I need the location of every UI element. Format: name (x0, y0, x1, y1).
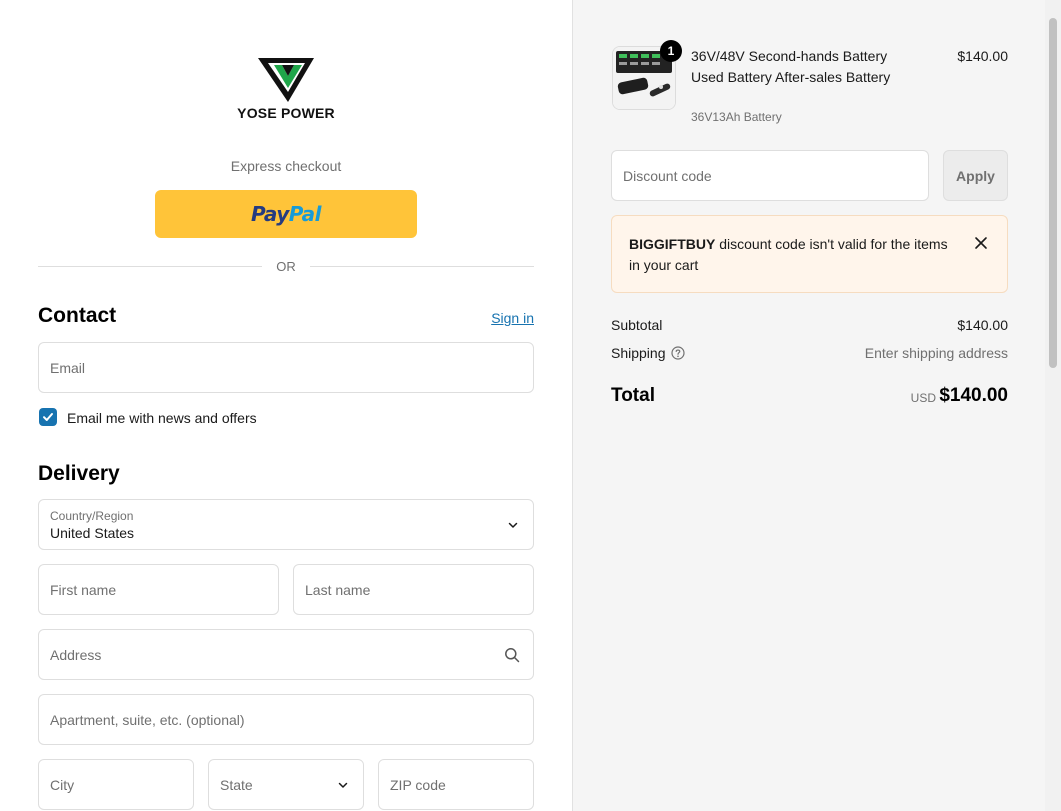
total-currency: USD (910, 391, 936, 405)
apartment-field[interactable] (38, 694, 534, 745)
notice-message: BIGGIFTBUY discount code isn't valid for… (629, 234, 954, 276)
subtotal-value: $140.00 (957, 317, 1008, 333)
store-logo[interactable]: YOSE POWER (236, 52, 336, 122)
contact-heading: Contact (38, 304, 117, 327)
last-name-field[interactable] (293, 564, 534, 615)
delivery-heading: Delivery (38, 462, 120, 485)
close-icon[interactable] (973, 235, 989, 251)
product-price: $140.00 (957, 48, 1008, 64)
search-icon (505, 647, 520, 662)
subtotal-label: Subtotal (611, 317, 663, 333)
product-name: 36V/48V Second-hands Battery Used Batter… (691, 48, 891, 85)
page-scrollbar[interactable] (1045, 0, 1061, 811)
email-input[interactable] (39, 343, 533, 392)
paypal-logo: PayPal (250, 202, 322, 226)
discount-code-field[interactable] (611, 150, 929, 201)
scrollbar-thumb[interactable] (1049, 18, 1057, 368)
shipping-value: Enter shipping address (864, 345, 1008, 361)
state-placeholder: State (220, 776, 253, 793)
discount-code-input[interactable] (612, 151, 928, 200)
country-value: United States (50, 525, 135, 541)
news-checkbox[interactable] (39, 408, 57, 426)
address-field[interactable] (38, 629, 534, 680)
apply-button[interactable]: Apply (943, 150, 1008, 201)
email-field[interactable] (38, 342, 534, 393)
help-circle-icon[interactable] (671, 346, 685, 360)
or-text: OR (276, 258, 296, 274)
city-field[interactable] (38, 759, 194, 810)
zip-input[interactable] (379, 760, 533, 809)
chevron-down-icon (338, 782, 348, 788)
checkout-form-panel: YOSE POWER Express checkout PayPal OR Co… (0, 0, 572, 811)
first-name-input[interactable] (39, 565, 278, 614)
total-value: $140.00 (939, 385, 1008, 406)
quantity-badge: 1 (660, 40, 682, 62)
brand-name: YOSE POWER (237, 105, 335, 121)
news-checkbox-label[interactable]: Email me with news and offers (67, 410, 257, 426)
logo-mark-icon (258, 58, 314, 102)
address-input[interactable] (39, 630, 533, 679)
shipping-label: Shipping (611, 345, 666, 361)
apartment-input[interactable] (39, 695, 533, 744)
total-label: Total (611, 385, 655, 406)
zip-field[interactable] (378, 759, 534, 810)
chevron-down-icon (508, 522, 518, 528)
last-name-input[interactable] (294, 565, 533, 614)
product-variant: 36V13Ah Battery (691, 110, 782, 124)
discount-error-notice: BIGGIFTBUY discount code isn't valid for… (611, 215, 1008, 293)
sign-in-link[interactable]: Sign in (491, 310, 534, 326)
state-select[interactable]: State (208, 759, 364, 810)
or-divider: OR (38, 257, 534, 275)
country-label: Country/Region (50, 509, 134, 523)
notice-code: BIGGIFTBUY (629, 236, 716, 252)
express-checkout-label: Express checkout (230, 158, 342, 174)
paypal-button[interactable]: PayPal (155, 190, 417, 238)
city-input[interactable] (39, 760, 193, 809)
country-select[interactable]: Country/Region United States (38, 499, 534, 550)
checkmark-icon (43, 413, 53, 421)
first-name-field[interactable] (38, 564, 279, 615)
